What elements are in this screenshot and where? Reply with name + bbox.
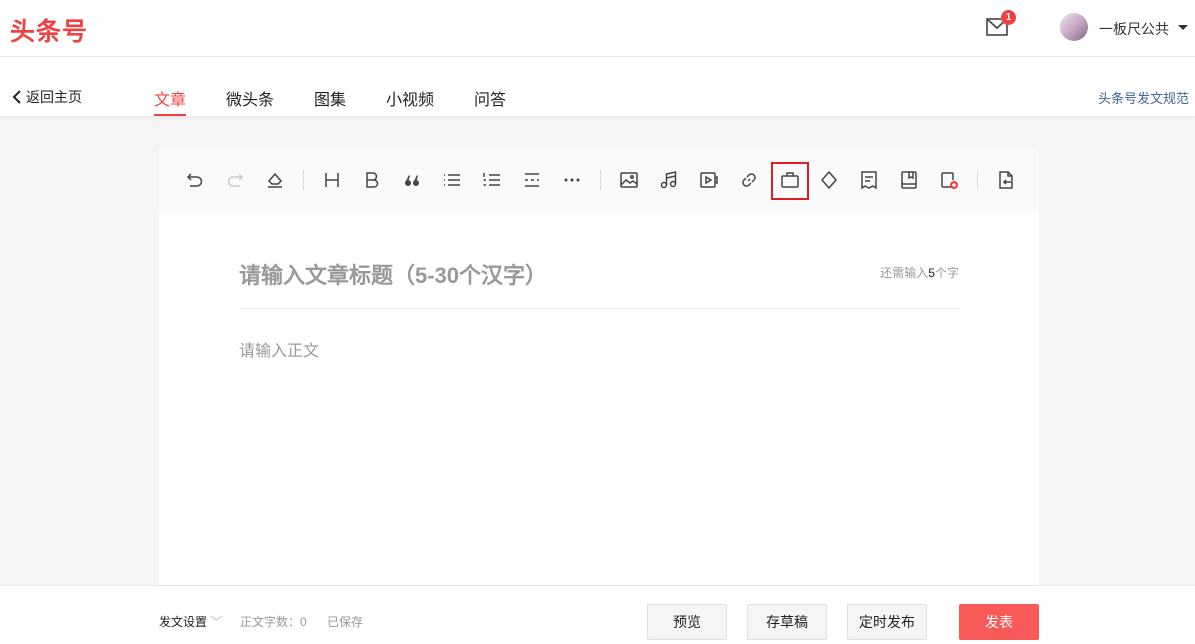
nav-bar: 返回主页 文章 微头条 图集 小视频 问答 头条号发文规范: [0, 57, 1195, 116]
body-input[interactable]: 请输入正文: [239, 337, 319, 361]
chevron-down-icon[interactable]: [1178, 25, 1188, 30]
logo[interactable]: 头条号: [10, 12, 88, 48]
vote-icon[interactable]: [817, 168, 841, 192]
back-label: 返回主页: [26, 87, 82, 107]
eraser-icon[interactable]: [263, 168, 287, 192]
schedule-publish-button[interactable]: 定时发布: [847, 604, 927, 640]
editor-card: 请输入文章标题（5-30个汉字） 还需输入5个字 请输入正文: [159, 148, 1039, 585]
link-icon[interactable]: [737, 168, 761, 192]
tab-qa[interactable]: 问答: [474, 86, 506, 110]
toolbar-divider: [303, 170, 304, 190]
count-value: 5: [928, 266, 935, 280]
footer-bar: 发文设置 ﹀ 正文字数：0 已保存 预览 存草稿 定时发布 发表: [0, 585, 1195, 644]
top-header: 头条号 1 一板尺公共: [0, 0, 1195, 57]
preview-button[interactable]: 预览: [647, 604, 727, 640]
tab-article[interactable]: 文章: [154, 86, 186, 110]
bold-icon[interactable]: [360, 168, 384, 192]
settings-label: 发文设置: [159, 615, 207, 629]
title-input[interactable]: 请输入文章标题（5-30个汉字）: [239, 258, 547, 290]
tab-micro[interactable]: 微头条: [226, 86, 274, 110]
image-icon[interactable]: [617, 168, 641, 192]
toolbar-divider: [600, 170, 601, 190]
save-draft-button[interactable]: 存草稿: [747, 604, 827, 640]
video-icon[interactable]: [697, 168, 721, 192]
more-icon[interactable]: [560, 168, 584, 192]
tab-gallery[interactable]: 图集: [314, 86, 346, 110]
count-prefix: 还需输入: [880, 266, 928, 280]
mini-program-icon[interactable]: [857, 168, 881, 192]
notification-badge: 1: [1001, 10, 1016, 25]
save-status: 已保存: [327, 613, 363, 630]
title-divider: [239, 308, 959, 309]
insert-card-icon[interactable]: [937, 168, 961, 192]
heading-icon[interactable]: [320, 168, 344, 192]
toolbar-divider: [977, 170, 978, 190]
bullet-list-icon[interactable]: [440, 168, 464, 192]
divider-icon[interactable]: [520, 168, 544, 192]
publish-settings-dropdown[interactable]: 发文设置 ﹀: [159, 613, 222, 630]
publish-button[interactable]: 发表: [959, 604, 1039, 640]
music-icon[interactable]: [657, 168, 681, 192]
back-home-link[interactable]: 返回主页: [12, 87, 82, 107]
quote-icon[interactable]: [400, 168, 424, 192]
word-count: 正文字数：0: [240, 613, 307, 630]
column-book-icon[interactable]: [897, 168, 921, 192]
chevron-left-icon: [12, 90, 22, 104]
count-suffix: 个字: [935, 266, 959, 280]
redo-icon[interactable]: [223, 168, 247, 192]
ordered-list-icon[interactable]: [480, 168, 504, 192]
username[interactable]: 一板尺公共: [1099, 19, 1169, 39]
tab-short-video[interactable]: 小视频: [386, 86, 434, 110]
title-char-count: 还需输入5个字: [880, 264, 959, 281]
chevron-down-icon: ﹀: [210, 615, 222, 629]
highlight-box: [771, 162, 809, 200]
avatar[interactable]: [1060, 13, 1088, 41]
undo-icon[interactable]: [183, 168, 207, 192]
editor-toolbar: [159, 148, 1039, 212]
publishing-rules-link[interactable]: 头条号发文规范: [1098, 88, 1189, 107]
import-document-icon[interactable]: [994, 168, 1018, 192]
